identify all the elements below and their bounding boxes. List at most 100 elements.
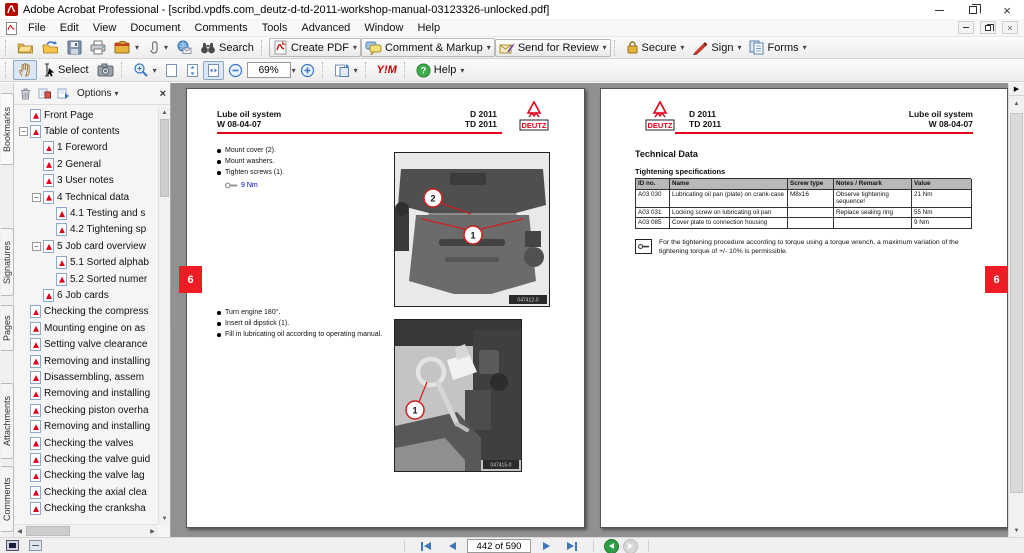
toolbar-grip[interactable] xyxy=(404,62,409,78)
bookmark-item[interactable]: Checking the valve guid xyxy=(16,451,157,467)
open-organizer-button[interactable] xyxy=(38,38,63,57)
toolbar-grip[interactable] xyxy=(322,62,327,78)
expander-icon[interactable] xyxy=(19,504,28,513)
expander-icon[interactable]: − xyxy=(19,127,28,136)
panel-collapse-button[interactable]: ▶ xyxy=(1009,83,1024,96)
zoom-tool-button[interactable]: ▾ xyxy=(129,60,161,80)
bookmark-item[interactable]: 4.2 Tightening sp xyxy=(16,222,157,238)
tab-pages[interactable]: Pages xyxy=(1,305,14,351)
bookmark-item[interactable]: 3 User notes xyxy=(16,173,157,189)
bookmark-item[interactable]: Checking the cranksha xyxy=(16,500,157,516)
toolbar-grip[interactable] xyxy=(121,62,126,78)
bookmark-item[interactable]: Setting valve clearance xyxy=(16,336,157,352)
expander-icon[interactable] xyxy=(45,275,54,284)
zoom-level-input[interactable] xyxy=(247,62,291,78)
bookmark-item[interactable]: 5.1 Sorted alphab xyxy=(16,255,157,271)
scroll-right-button[interactable]: ▶ xyxy=(147,525,158,537)
expander-icon[interactable]: − xyxy=(32,242,41,251)
bookmark-item[interactable]: − Table of contents xyxy=(16,123,157,139)
bookmark-item[interactable]: Removing and installing xyxy=(16,386,157,402)
toolbar-grip[interactable] xyxy=(614,40,619,56)
close-button[interactable]: × xyxy=(990,0,1024,20)
expander-icon[interactable] xyxy=(19,111,28,120)
bookmarks-horizontal-scrollbar[interactable]: ◀ ▶ xyxy=(14,524,158,537)
expand-current-bookmark-button[interactable] xyxy=(37,87,51,101)
torque-value[interactable]: 9 Nm xyxy=(241,182,258,189)
scroll-down-button[interactable]: ▼ xyxy=(159,513,170,524)
open-file-button[interactable] xyxy=(13,38,38,57)
menu-item[interactable]: Comments xyxy=(188,21,255,35)
search-button[interactable]: Search xyxy=(196,39,258,57)
page-number-input[interactable] xyxy=(467,539,531,553)
tab-comments[interactable]: Comments xyxy=(1,466,14,532)
bookmarks-vertical-scrollbar[interactable]: ▲ ▼ xyxy=(158,107,170,524)
bookmark-item[interactable]: Checking the axial clea xyxy=(16,484,157,500)
document-status-icon[interactable] xyxy=(29,540,42,551)
scrollbar-thumb[interactable] xyxy=(1010,113,1023,493)
tab-attachments[interactable]: Attachments xyxy=(1,383,14,459)
scrollbar-thumb[interactable] xyxy=(26,526,70,536)
next-view-button[interactable] xyxy=(623,539,638,553)
bookmark-item[interactable]: 2 General xyxy=(16,156,157,172)
minimize-button[interactable] xyxy=(922,0,956,20)
expander-icon[interactable] xyxy=(45,258,54,267)
menu-item[interactable]: Advanced xyxy=(294,21,357,35)
toolbar-grip[interactable] xyxy=(5,62,10,78)
expander-icon[interactable] xyxy=(19,439,28,448)
first-page-button[interactable] xyxy=(415,539,437,553)
menu-item[interactable]: Help xyxy=(410,21,447,35)
page-display-button[interactable]: ▾ xyxy=(330,61,362,80)
fit-page-button[interactable] xyxy=(182,61,203,80)
bookmark-item[interactable]: 4.1 Testing and s xyxy=(16,205,157,221)
bookmark-item[interactable]: Removing and installing xyxy=(16,418,157,434)
yahoo-messenger-button[interactable]: Y!M xyxy=(373,62,401,78)
last-page-button[interactable] xyxy=(561,539,583,553)
expander-icon[interactable] xyxy=(19,357,28,366)
document-vertical-scrollbar[interactable]: ▶ ▲ ▼ xyxy=(1008,83,1024,537)
panel-close-button[interactable]: × xyxy=(160,88,166,100)
expander-icon[interactable] xyxy=(19,455,28,464)
scroll-up-button[interactable]: ▲ xyxy=(159,107,170,118)
toolbar-grip[interactable] xyxy=(365,62,370,78)
doc-restore-button[interactable] xyxy=(980,21,996,34)
expander-icon[interactable] xyxy=(19,488,28,497)
bookmark-item[interactable]: 1 Foreword xyxy=(16,140,157,156)
previous-view-button[interactable] xyxy=(604,539,619,553)
expander-icon[interactable] xyxy=(45,209,54,218)
screen-mode-icon[interactable] xyxy=(6,540,19,551)
hand-tool-button[interactable] xyxy=(13,60,37,80)
actual-size-button[interactable] xyxy=(161,61,182,80)
sign-button[interactable]: Sign▾ xyxy=(688,39,745,57)
menu-item[interactable]: File xyxy=(21,21,53,35)
zoom-out-button[interactable] xyxy=(224,61,247,80)
expander-icon[interactable] xyxy=(19,324,28,333)
bookmark-item[interactable]: − 4 Technical data xyxy=(16,189,157,205)
select-tool-button[interactable]: Select xyxy=(37,61,93,80)
tab-signatures[interactable]: Signatures xyxy=(1,228,14,296)
next-page-button[interactable] xyxy=(535,539,557,553)
menu-item[interactable]: Tools xyxy=(255,21,295,35)
send-for-review-button[interactable]: Send for Review▾ xyxy=(495,39,611,57)
snapshot-button[interactable] xyxy=(93,61,118,79)
bookmark-item[interactable]: Disassembling, assem xyxy=(16,369,157,385)
create-pdf-button[interactable]: Create PDF▾ xyxy=(269,38,361,57)
bookmark-item[interactable]: Checking the valve lag xyxy=(16,468,157,484)
options-button[interactable]: Options▾ xyxy=(77,88,118,99)
expander-icon[interactable] xyxy=(32,176,41,185)
print-button[interactable] xyxy=(86,38,110,57)
bookmark-item[interactable]: Mounting engine on as xyxy=(16,320,157,336)
organizer-button[interactable]: ▾ xyxy=(110,38,143,57)
secure-button[interactable]: Secure▾ xyxy=(622,38,689,57)
scroll-left-button[interactable]: ◀ xyxy=(14,525,25,537)
scroll-up-button[interactable]: ▲ xyxy=(1009,97,1024,110)
expander-icon[interactable] xyxy=(19,389,28,398)
toolbar-grip[interactable] xyxy=(261,40,266,56)
scrollbar-thumb[interactable] xyxy=(160,119,169,197)
bookmark-item[interactable]: 6 Job cards xyxy=(16,287,157,303)
expander-icon[interactable] xyxy=(19,307,28,316)
expander-icon[interactable]: − xyxy=(32,193,41,202)
email-button[interactable] xyxy=(172,38,196,57)
attach-button[interactable]: ▾ xyxy=(143,38,172,57)
expander-icon[interactable] xyxy=(19,406,28,415)
expander-icon[interactable] xyxy=(19,340,28,349)
